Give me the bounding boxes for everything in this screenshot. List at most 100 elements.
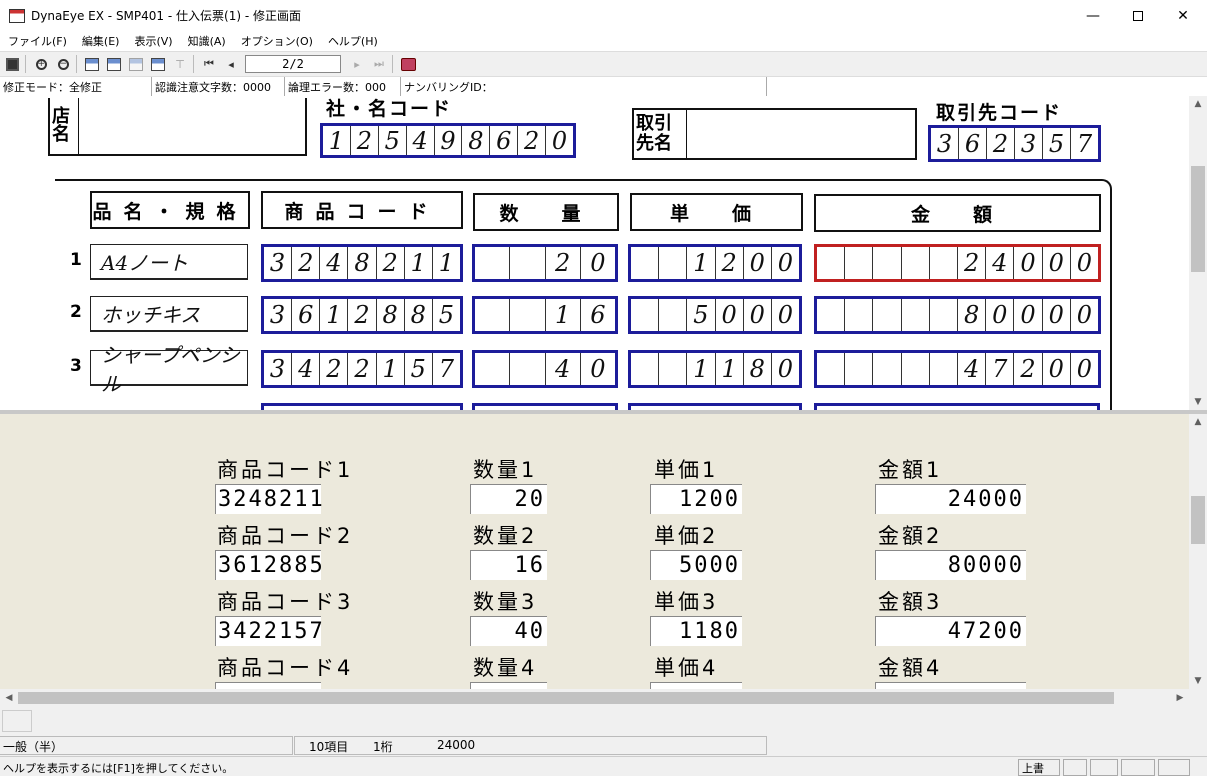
quantity-label: 数量4 <box>473 656 538 680</box>
digit-cell: 4 <box>407 126 435 155</box>
unit-price-field[interactable]: 1200 <box>650 484 742 514</box>
scroll-left-icon[interactable]: ◀ <box>0 690 18 706</box>
blank-strip <box>0 707 1207 735</box>
scanned-image-pane[interactable]: 店名 社・名コード 125498620 取引先名 取引先コード 362357 品… <box>0 96 1189 410</box>
image-vertical-scrollbar[interactable]: ▲ ▼ <box>1189 96 1207 410</box>
current-value: 24000 <box>437 738 476 752</box>
scroll-thumb[interactable] <box>1191 166 1205 272</box>
close-button[interactable]: ✕ <box>1160 0 1206 31</box>
unit-price-box: 5000 <box>628 296 802 334</box>
digit-cell: 1 <box>716 353 744 385</box>
first-page-button[interactable]: ⏮ <box>199 54 219 74</box>
amount-label: 金額4 <box>878 656 943 680</box>
next-page-button[interactable]: ▸ <box>347 54 367 74</box>
product-code-field[interactable]: 3612885 <box>215 550 323 580</box>
menu-file[interactable]: ファイル(F) <box>0 31 74 51</box>
quantity-field[interactable]: 16 <box>470 550 547 580</box>
save-button[interactable] <box>2 54 22 74</box>
scroll-thumb[interactable] <box>1191 496 1205 544</box>
digit-cell: 5 <box>379 126 407 155</box>
digit-cell: 2 <box>546 247 581 279</box>
digit-cell <box>873 299 902 331</box>
row4-price-box <box>628 403 802 410</box>
product-code-label: 商品コード1 <box>217 458 354 482</box>
digit-cell: 6 <box>490 126 519 155</box>
product-code-field[interactable] <box>215 682 321 689</box>
maximize-button[interactable] <box>1115 0 1161 31</box>
numbering-id: ナンバリングID： <box>401 77 767 96</box>
window-tile-button[interactable] <box>82 54 102 74</box>
menu-view[interactable]: 表示(V) <box>126 31 179 51</box>
amount-field[interactable]: 24000 <box>875 484 1026 514</box>
menu-help[interactable]: ヘルプ(H) <box>320 31 385 51</box>
caution-count: 認識注意文字数：0000 <box>152 77 285 96</box>
scroll-down-icon[interactable]: ▼ <box>1189 673 1207 689</box>
filter-icon: ⊤ <box>175 57 185 71</box>
digit-cell: 1 <box>377 353 405 385</box>
digit-cell: 2 <box>348 353 377 385</box>
window-cascade-button[interactable] <box>104 54 124 74</box>
digit-cell: 0 <box>744 247 772 279</box>
last-page-button[interactable]: ⏭ <box>369 54 389 74</box>
quantity-field[interactable] <box>470 682 547 689</box>
image-window-button[interactable] <box>148 54 168 74</box>
dictionary-button[interactable] <box>398 54 418 74</box>
digit-cell: 3 <box>264 247 293 279</box>
unit-price-field[interactable] <box>650 682 742 689</box>
quantity-box: 20 <box>472 244 618 282</box>
toolbar-separator <box>76 55 77 73</box>
digit-cell <box>510 247 546 279</box>
quantity-field[interactable]: 40 <box>470 616 547 646</box>
digit-cell: 2 <box>377 247 405 279</box>
scroll-down-icon[interactable]: ▼ <box>1189 394 1207 410</box>
item-name-box: シャープペンシル <box>90 343 248 396</box>
digit-cell <box>475 247 511 279</box>
app-icon[interactable] <box>9 8 25 23</box>
amount-label: 金額3 <box>878 590 943 614</box>
scroll-right-icon[interactable]: ▶ <box>1171 690 1189 706</box>
unit-price-field[interactable]: 5000 <box>650 550 742 580</box>
amount-field[interactable]: 80000 <box>875 550 1026 580</box>
last-page-icon: ⏭ <box>374 57 384 70</box>
scroll-thumb[interactable] <box>18 692 1114 704</box>
digit-cell: 0 <box>1014 247 1043 279</box>
prev-page-button[interactable]: ◂ <box>221 54 241 74</box>
digit-cell: 0 <box>590 355 606 383</box>
scroll-up-icon[interactable]: ▲ <box>1189 96 1207 112</box>
product-code-field[interactable]: 3422157 <box>215 616 323 646</box>
scroll-up-icon[interactable]: ▲ <box>1189 414 1207 430</box>
entry-horizontal-scrollbar[interactable]: ◀ ▶ <box>0 689 1189 707</box>
digit-cell: 0 <box>777 249 794 277</box>
quantity-box: 40 <box>472 350 618 388</box>
maximize-icon <box>1133 10 1143 21</box>
digit-cell <box>930 247 959 279</box>
digit-cell: 2 <box>1014 353 1043 385</box>
unit-price-field[interactable]: 1180 <box>650 616 742 646</box>
digit-cell <box>873 247 902 279</box>
product-code-field[interactable]: 3248211 <box>215 484 323 514</box>
filter-button[interactable]: ⊤ <box>170 54 190 74</box>
entry-vertical-scrollbar[interactable]: ▲ ▼ <box>1189 414 1207 689</box>
unit-price-label: 単価3 <box>654 590 719 614</box>
header-label: 単 価 <box>669 202 763 225</box>
minimize-button[interactable]: — <box>1070 0 1116 31</box>
zoom-out-icon: − <box>57 58 69 70</box>
header-label: 金 額 <box>910 203 1004 226</box>
partner-name-label: 取引先名 <box>636 113 672 154</box>
header-unit-price: 単 価 <box>630 193 803 231</box>
menu-edit[interactable]: 編集(E) <box>74 31 127 51</box>
zoom-in-button[interactable]: + <box>31 54 51 74</box>
title-bar: DynaEye EX - SMP401 - 仕入伝票(1) - 修正画面 — ✕ <box>0 0 1207 31</box>
mode-indicator: 修正モード：全修正 <box>0 77 152 96</box>
menu-knowledge[interactable]: 知識(A) <box>180 31 233 51</box>
amount-field[interactable] <box>875 682 1026 689</box>
digit-cell <box>873 353 902 385</box>
header-quantity: 数 量 <box>473 193 619 231</box>
copy-window-button[interactable] <box>126 54 146 74</box>
digit-cell: 3 <box>264 299 293 331</box>
digit-cell <box>510 353 546 385</box>
zoom-out-button[interactable]: − <box>53 54 73 74</box>
amount-field[interactable]: 47200 <box>875 616 1026 646</box>
menu-options[interactable]: オプション(O) <box>233 31 320 51</box>
quantity-field[interactable]: 20 <box>470 484 547 514</box>
